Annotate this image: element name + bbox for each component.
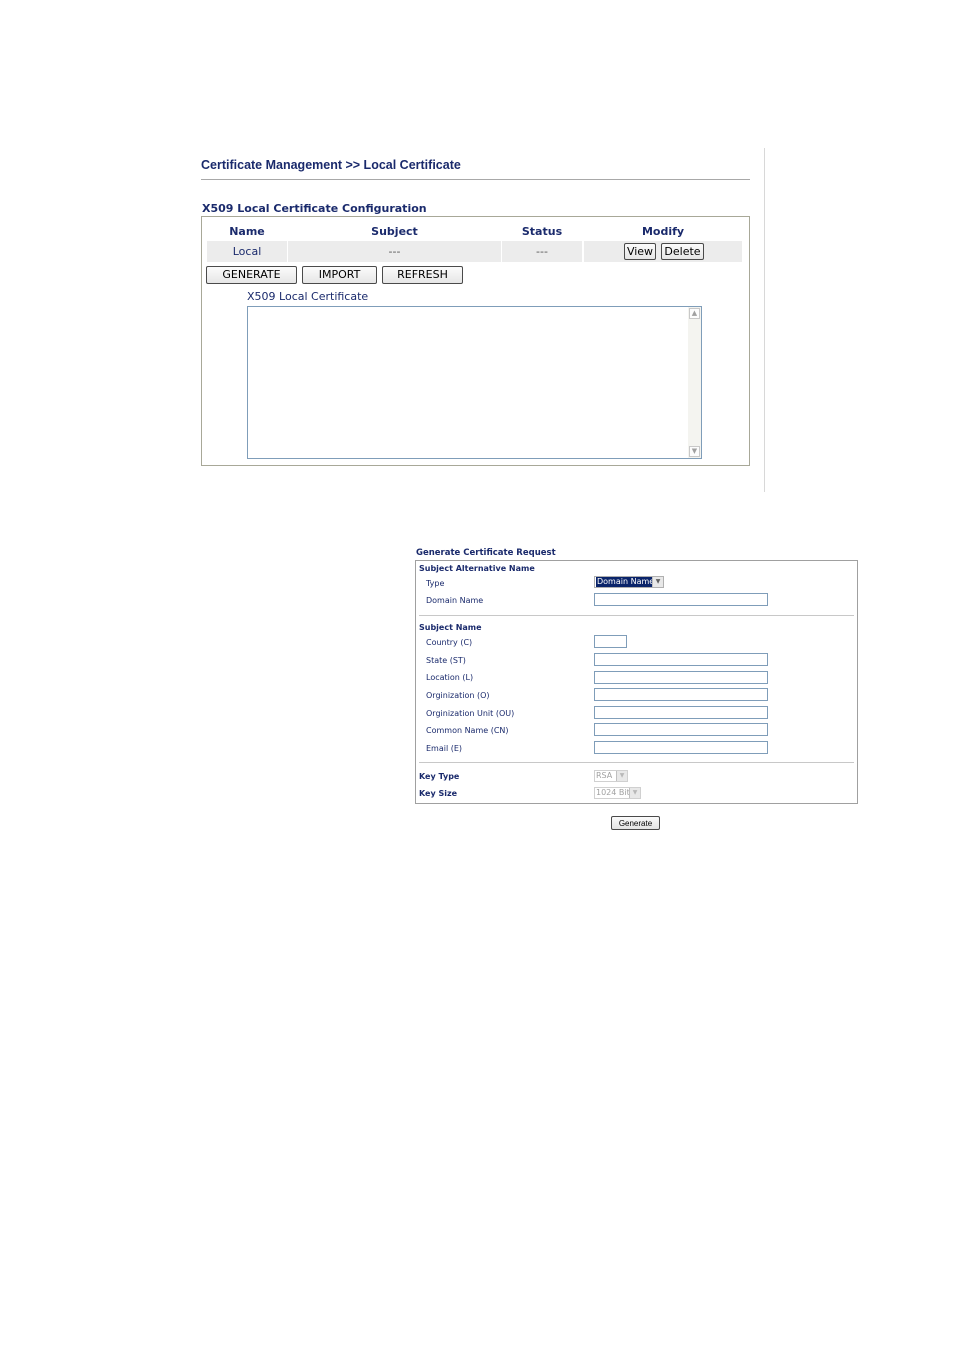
header-subject: Subject — [371, 225, 418, 238]
key-type-select[interactable]: RSA ▼ — [594, 770, 628, 782]
chevron-down-icon: ▼ — [616, 771, 627, 781]
country-label: Country (C) — [426, 638, 473, 647]
header-modify: Modify — [641, 225, 685, 238]
header-status: Status — [521, 225, 563, 238]
common-name-label: Common Name (CN) — [426, 726, 509, 735]
view-button[interactable]: View — [624, 243, 656, 260]
common-name-input[interactable] — [594, 723, 768, 736]
scroll-up-icon[interactable]: ▲ — [689, 308, 700, 319]
generate-request-panel: Generate Certificate Request Subject Alt… — [414, 546, 859, 836]
subject-name-heading: Subject Name — [419, 623, 482, 632]
chevron-down-icon: ▼ — [629, 788, 640, 798]
certificate-config-box: Name Subject Status Modify Local --- ---… — [201, 216, 750, 466]
key-size-select[interactable]: 1024 Bit ▼ — [594, 787, 641, 799]
key-type-label: Key Type — [419, 772, 460, 781]
email-label: Email (E) — [426, 744, 463, 753]
chevron-down-icon: ▼ — [652, 577, 663, 587]
generate-button[interactable]: GENERATE — [206, 266, 297, 284]
domain-name-input[interactable] — [594, 593, 768, 606]
row-modify: View Delete — [584, 241, 742, 262]
certificate-textarea[interactable]: ▲ ▼ — [247, 306, 702, 459]
generate-request-box: Subject Alternative Name Type Domain Nam… — [415, 560, 858, 804]
organization-unit-label: Orginization Unit (OU) — [426, 709, 515, 718]
separator — [419, 615, 854, 616]
domain-name-label: Domain Name — [426, 596, 484, 605]
email-input[interactable] — [594, 741, 768, 754]
import-button[interactable]: IMPORT — [302, 266, 377, 284]
state-input[interactable] — [594, 653, 768, 666]
subject-alt-heading: Subject Alternative Name — [419, 564, 535, 573]
key-size-label: Key Size — [419, 789, 458, 798]
key-size-value: 1024 Bit — [596, 788, 630, 797]
title-divider — [201, 179, 750, 180]
delete-button[interactable]: Delete — [661, 243, 704, 260]
type-select-value: Domain Name — [596, 577, 656, 587]
row-status: --- — [502, 241, 582, 262]
location-input[interactable] — [594, 671, 768, 684]
key-type-value: RSA — [596, 771, 613, 780]
row-name: Local — [207, 241, 287, 262]
location-label: Location (L) — [426, 673, 474, 682]
header-name: Name — [229, 225, 265, 238]
page-title: Certificate Management >> Local Certific… — [201, 158, 461, 172]
type-select[interactable]: Domain Name ▼ — [594, 576, 664, 588]
scroll-down-icon[interactable]: ▼ — [689, 446, 700, 457]
textarea-scrollbar[interactable]: ▲ ▼ — [688, 307, 701, 458]
local-certificate-panel: Certificate Management >> Local Certific… — [196, 148, 766, 492]
organization-label: Orginization (O) — [426, 691, 490, 700]
panel-divider — [764, 148, 765, 492]
row-subject: --- — [288, 241, 501, 262]
separator — [419, 762, 854, 763]
organization-input[interactable] — [594, 688, 768, 701]
generate-request-button[interactable]: Generate — [611, 816, 660, 830]
generate-request-title: Generate Certificate Request — [416, 548, 556, 558]
certificate-label: X509 Local Certificate — [247, 290, 369, 303]
type-label: Type — [426, 579, 445, 588]
country-input[interactable] — [594, 635, 627, 648]
section-title: X509 Local Certificate Configuration — [202, 202, 427, 215]
organization-unit-input[interactable] — [594, 706, 768, 719]
state-label: State (ST) — [426, 656, 466, 665]
refresh-button[interactable]: REFRESH — [382, 266, 463, 284]
